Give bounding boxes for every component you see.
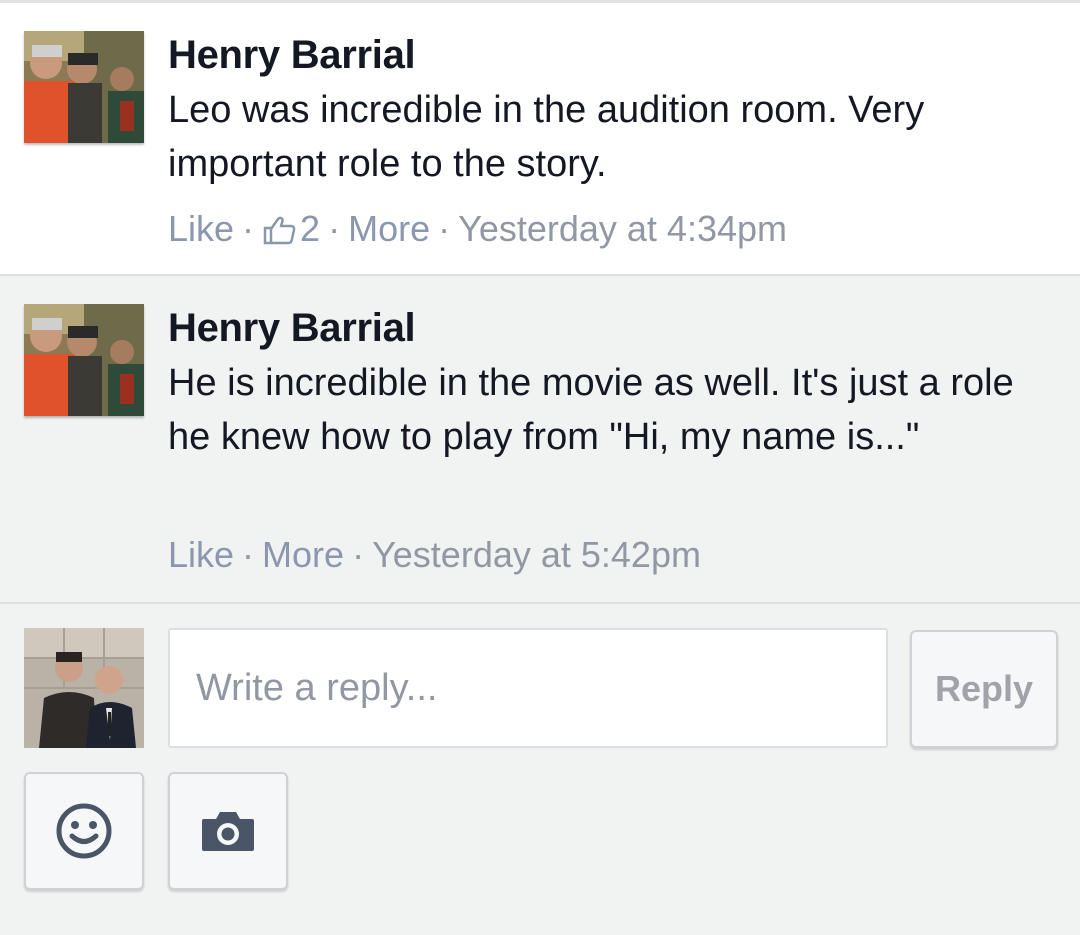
separator-dot: · bbox=[328, 208, 341, 249]
comment-text: He is incredible in the movie as well. I… bbox=[168, 362, 1014, 458]
comment-author[interactable]: Henry Barrial bbox=[168, 306, 416, 351]
comment-meta: Like · 2 · More · Yesterday at 4:34pm bbox=[168, 208, 787, 250]
comment: Henry Barrial Leo was incredible in the … bbox=[0, 0, 1080, 276]
separator-dot: · bbox=[242, 208, 255, 249]
comment-timestamp[interactable]: Yesterday at 4:34pm bbox=[458, 208, 787, 249]
comment-meta: Like · More · Yesterday at 5:42pm bbox=[168, 534, 701, 576]
separator-dot: · bbox=[438, 208, 451, 249]
avatar[interactable] bbox=[24, 31, 144, 143]
more-link[interactable]: More bbox=[348, 208, 430, 249]
like-count-value: 2 bbox=[300, 208, 321, 249]
comment: Henry Barrial He is incredible in the mo… bbox=[0, 276, 1080, 604]
smiley-icon bbox=[56, 803, 112, 859]
comment-author[interactable]: Henry Barrial bbox=[168, 33, 416, 78]
avatar[interactable] bbox=[24, 304, 144, 416]
like-count[interactable]: 2 bbox=[262, 208, 320, 249]
emoji-button[interactable] bbox=[24, 772, 144, 890]
comment-text: Leo was incredible in the audition room.… bbox=[168, 89, 925, 185]
reply-input[interactable] bbox=[168, 628, 888, 748]
comment-timestamp[interactable]: Yesterday at 5:42pm bbox=[372, 534, 701, 575]
comment-thread: Henry Barrial Leo was incredible in the … bbox=[0, 0, 1080, 935]
reply-button[interactable]: Reply bbox=[910, 630, 1058, 748]
like-link[interactable]: Like bbox=[168, 208, 234, 249]
like-link[interactable]: Like bbox=[168, 534, 234, 575]
camera-icon bbox=[202, 812, 254, 851]
camera-button[interactable] bbox=[168, 772, 288, 890]
more-link[interactable]: More bbox=[262, 534, 344, 575]
separator-dot: · bbox=[242, 534, 255, 575]
reply-composer: Reply bbox=[0, 606, 1080, 935]
avatar bbox=[24, 628, 144, 748]
thumbs-up-icon bbox=[263, 216, 296, 245]
separator-dot: · bbox=[352, 534, 365, 575]
